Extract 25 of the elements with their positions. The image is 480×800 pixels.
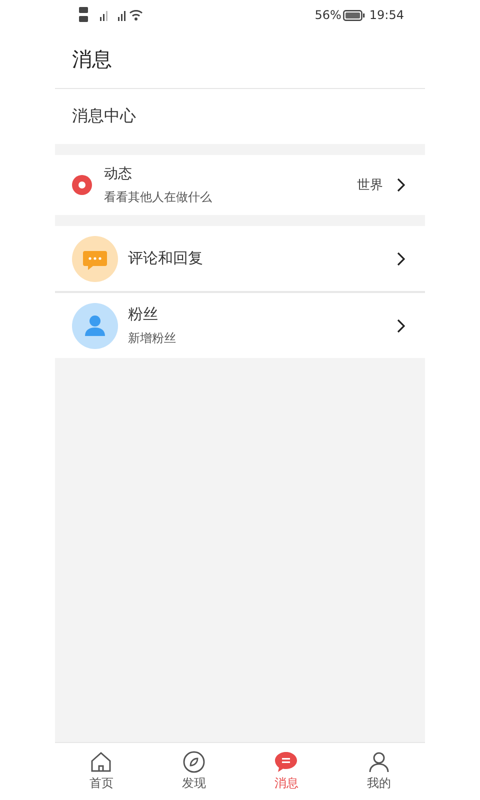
record-dot-icon xyxy=(72,175,92,195)
row-title: 粉丝 xyxy=(128,304,159,324)
battery-icon xyxy=(343,10,366,20)
person-icon xyxy=(72,302,118,348)
home-icon xyxy=(90,751,112,773)
page-title: 消息 xyxy=(55,30,425,89)
battery-percent: 56% xyxy=(314,8,342,22)
nav-tab[interactable]: 我的 xyxy=(332,743,425,800)
chat-bubble-icon xyxy=(72,236,118,282)
chevron-right-icon xyxy=(397,318,405,332)
message-icon xyxy=(274,751,298,773)
nav-tab[interactable]: 发现 xyxy=(148,743,240,800)
row-value: 世界 xyxy=(357,177,383,194)
chevron-right-icon xyxy=(397,252,405,266)
nav-tab[interactable]: 消息 xyxy=(240,743,332,800)
row-subtitle: 新增粉丝 xyxy=(128,330,177,346)
compass-icon xyxy=(182,751,205,773)
clock-time: 19:54 xyxy=(369,8,404,22)
row-title: 动态 xyxy=(104,164,133,182)
row-title: 评论和回复 xyxy=(128,249,204,268)
row-subtitle: 看看其他人在做什么 xyxy=(104,188,213,206)
chevron-right-icon xyxy=(397,178,405,192)
section-title: 消息中心 xyxy=(71,105,137,127)
person-outline-icon xyxy=(368,751,390,773)
nav-tab[interactable]: 首页 xyxy=(55,743,148,800)
